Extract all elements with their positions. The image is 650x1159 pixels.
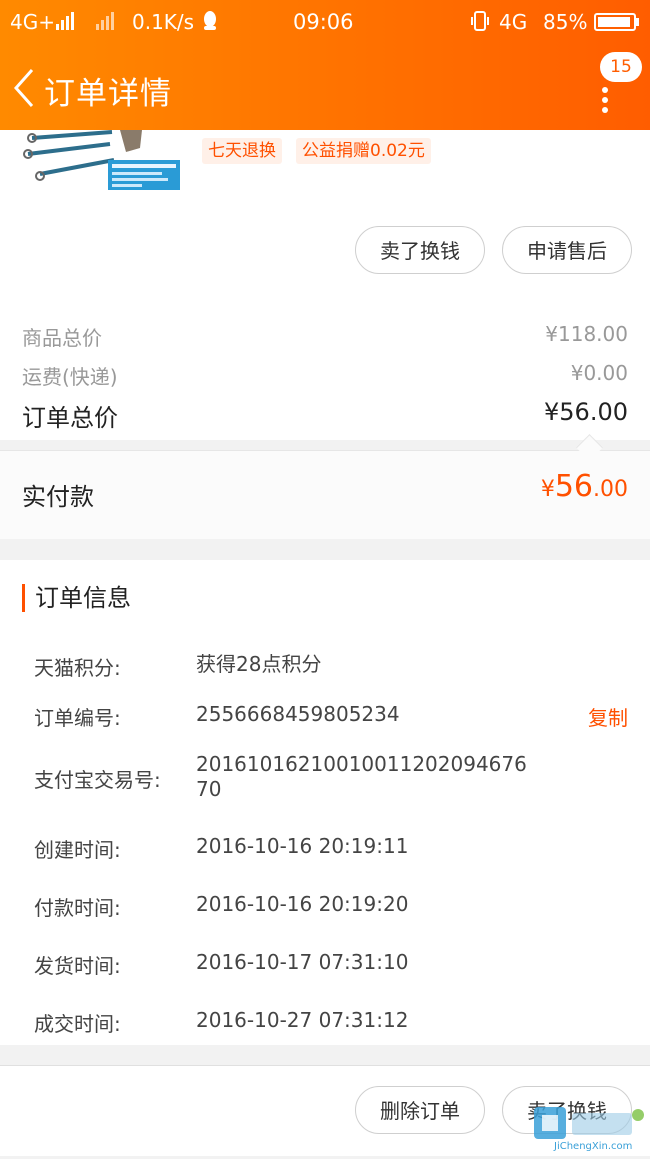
- tag-charity: 公益捐赠0.02元: [296, 138, 431, 164]
- battery-icon: [594, 12, 640, 37]
- message-count-badge: 15: [600, 52, 642, 82]
- info-label: 成交时间:: [34, 1012, 121, 1036]
- info-label: 支付宝交易号:: [34, 768, 161, 792]
- nav-bar: 订单详情 15: [0, 48, 650, 130]
- sell-for-money-button[interactable]: 卖了换钱: [355, 226, 485, 274]
- order-total-value: ¥56.00: [544, 398, 628, 426]
- battery-percent: 85%: [543, 10, 588, 34]
- actual-payment-value: ¥56.00: [541, 469, 628, 504]
- shipping-value: ¥0.00: [570, 361, 628, 385]
- info-value: 2016-10-16 20:19:11: [196, 834, 409, 858]
- currency-symbol: ¥: [540, 477, 555, 502]
- status-bar: 4G+ 0.1K/s 09:06 4G 85%: [0, 0, 650, 48]
- copy-order-number-button[interactable]: 复制: [588, 702, 628, 731]
- tag-seven-day-return: 七天退换: [202, 138, 282, 164]
- delete-order-button[interactable]: 删除订单: [355, 1086, 485, 1134]
- shipping-label: 运费(快递): [22, 365, 118, 389]
- watermark: JiChengXin.com: [530, 1105, 650, 1155]
- info-value: 2016-10-27 07:31:12: [196, 1008, 409, 1032]
- order-info-title: 订单信息: [22, 584, 131, 612]
- order-total-label: 订单总价: [22, 404, 118, 432]
- info-value: 2556668459805234: [196, 702, 400, 726]
- info-value: 2016-10-16 20:19:20: [196, 892, 409, 916]
- back-icon[interactable]: [10, 66, 42, 110]
- signal-icon: [56, 12, 120, 37]
- network-type-1: 4G+: [10, 10, 55, 34]
- info-label: 订单编号:: [34, 706, 121, 730]
- watermark-text: JiChengXin.com: [554, 1141, 633, 1152]
- info-value: 2016101621001001120209467670: [196, 752, 527, 801]
- qq-icon: [202, 10, 218, 37]
- product-card: 七天退换 公益捐赠0.02元 卖了换钱 申请售后 商品总价 ¥118.00 运费…: [0, 130, 650, 440]
- info-label: 发货时间:: [34, 954, 121, 978]
- order-info-section: 订单信息 天猫积分: 获得28点积分 订单编号: 255666845980523…: [0, 560, 650, 1045]
- actual-payment-label: 实付款: [22, 483, 94, 511]
- actual-payment-integer: 56: [554, 469, 593, 504]
- info-label: 付款时间:: [34, 896, 121, 920]
- more-icon[interactable]: [592, 78, 618, 118]
- order-content: 七天退换 公益捐赠0.02元 卖了换钱 申请售后 商品总价 ¥118.00 运费…: [0, 130, 650, 1156]
- info-label: 天猫积分:: [34, 656, 121, 680]
- network-type-2: 4G: [499, 10, 528, 34]
- info-value: 获得28点积分: [196, 652, 322, 676]
- page-title: 订单详情: [44, 76, 172, 112]
- info-value: 2016-10-17 07:31:10: [196, 950, 409, 974]
- info-label: 创建时间:: [34, 838, 121, 862]
- goods-total-label: 商品总价: [22, 326, 102, 350]
- after-sale-button[interactable]: 申请售后: [502, 226, 632, 274]
- actual-payment-row: 实付款 ¥56.00: [0, 450, 650, 539]
- product-thumbnail[interactable]: [22, 130, 182, 192]
- net-speed: 0.1K/s: [132, 10, 195, 34]
- goods-total-value: ¥118.00: [545, 322, 628, 346]
- clock: 09:06: [293, 10, 354, 34]
- actual-payment-decimal: .00: [593, 477, 628, 502]
- vibrate-icon: [470, 10, 490, 37]
